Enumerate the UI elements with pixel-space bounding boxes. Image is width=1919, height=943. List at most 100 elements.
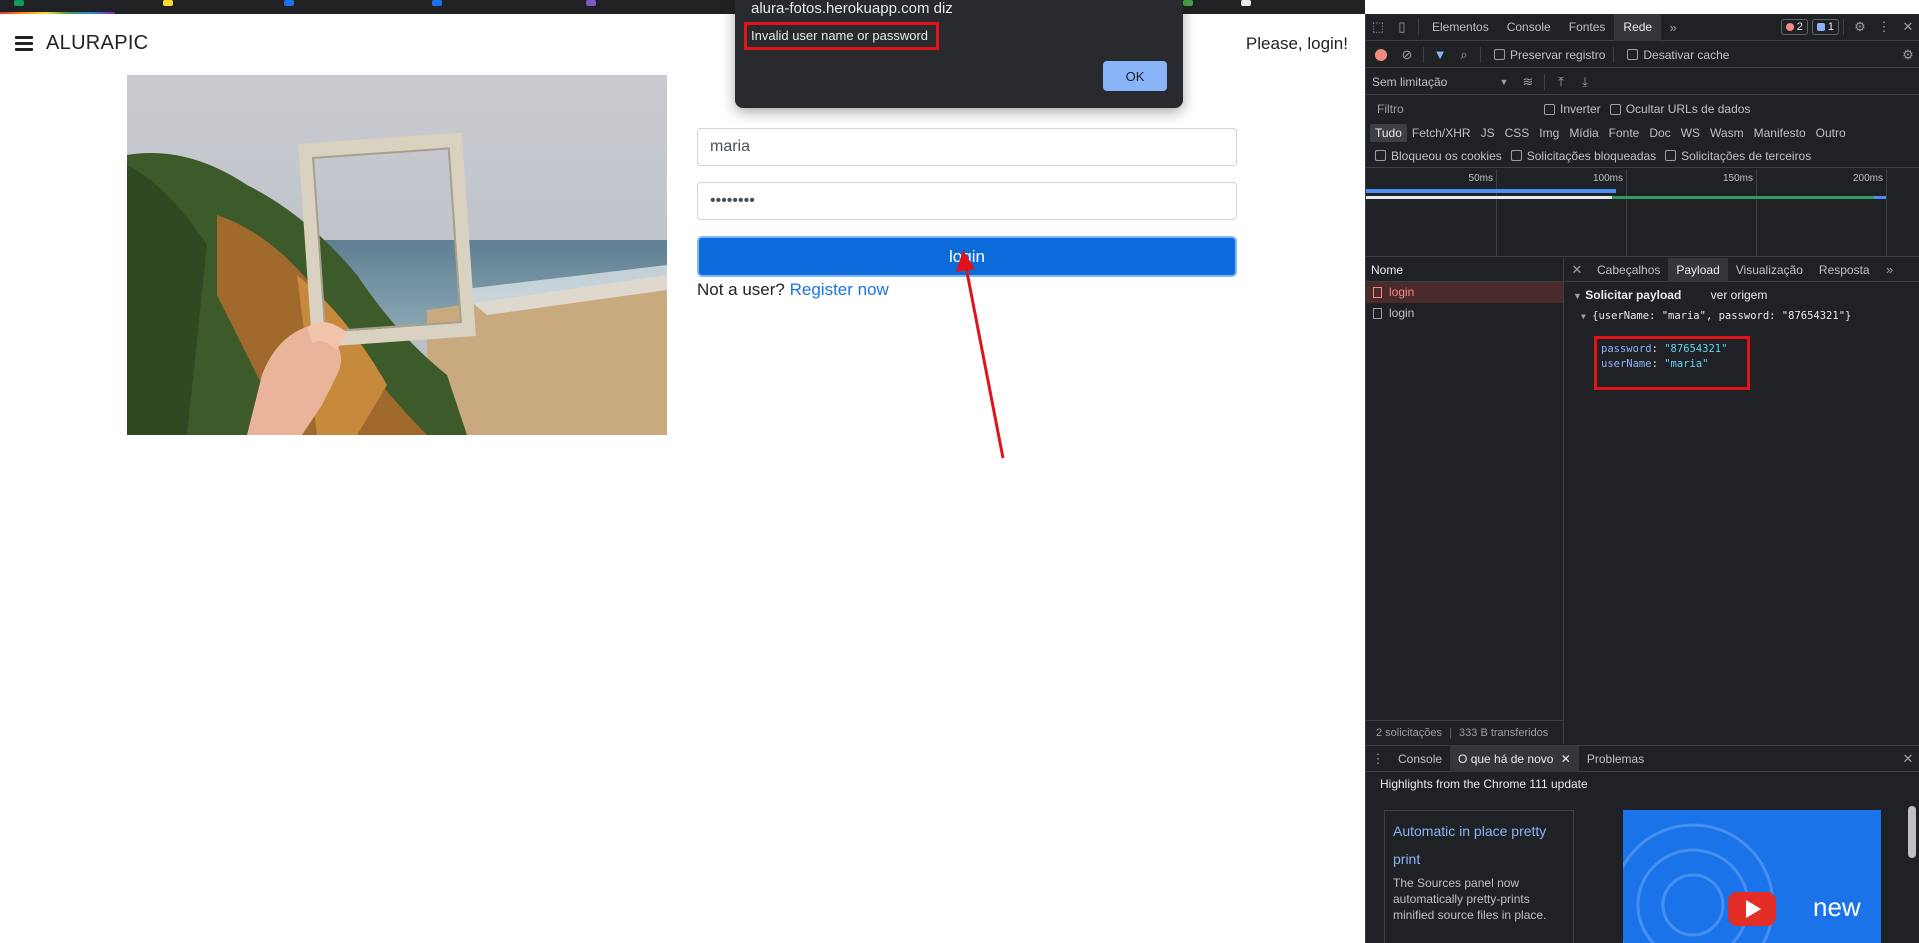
close-drawer-icon[interactable]: ✕ bbox=[1901, 751, 1915, 767]
invert-checkbox[interactable]: Inverter bbox=[1544, 102, 1601, 116]
block-filter-row: Bloqueou os cookies Solicitações bloquea… bbox=[1366, 144, 1919, 168]
view-source-link[interactable]: ver origem bbox=[1711, 288, 1768, 302]
more-options-icon[interactable]: ⋮ bbox=[1877, 19, 1891, 35]
payload-password-entry: password: "87654321" bbox=[1601, 343, 1728, 355]
whats-new-card[interactable]: Automatic in place pretty print The Sour… bbox=[1384, 810, 1574, 943]
import-har-icon[interactable]: ⤒ bbox=[1554, 74, 1568, 90]
tab-console[interactable]: Console bbox=[1498, 14, 1560, 41]
tab-response[interactable]: Resposta bbox=[1811, 258, 1878, 282]
filter-input[interactable]: Filtro bbox=[1375, 100, 1535, 118]
export-har-icon[interactable]: ⤓ bbox=[1578, 74, 1592, 90]
close-icon[interactable]: ✕ bbox=[1901, 19, 1915, 35]
detail-tabbar: ✕ Cabeçalhos Payload Visualização Respos… bbox=[1565, 257, 1919, 282]
bookmark-icon[interactable] bbox=[284, 0, 294, 6]
drawer-tab-issues[interactable]: Problemas bbox=[1579, 746, 1652, 772]
filter-icon[interactable]: ▼ bbox=[1433, 47, 1447, 62]
hero-photo bbox=[127, 75, 667, 435]
disable-cache-checkbox[interactable]: Desativar cache bbox=[1627, 48, 1729, 62]
record-icon[interactable] bbox=[1375, 48, 1387, 61]
bookmark-icon[interactable] bbox=[432, 0, 442, 6]
login-button[interactable]: login bbox=[697, 236, 1237, 277]
timeline-tick: 150ms bbox=[1723, 169, 1757, 257]
message-count-badge[interactable]: 1 bbox=[1811, 19, 1839, 35]
type-filter-js[interactable]: JS bbox=[1476, 124, 1500, 142]
type-filter-doc[interactable]: Doc bbox=[1644, 124, 1675, 142]
payload-username-entry: userName: "maria" bbox=[1601, 358, 1709, 370]
blocked-cookies-checkbox[interactable]: Bloqueou os cookies bbox=[1375, 149, 1502, 163]
timeline-tick: 50ms bbox=[1469, 169, 1497, 257]
type-filter-other[interactable]: Outro bbox=[1811, 124, 1851, 142]
register-prefix: Not a user? bbox=[697, 280, 785, 299]
request-row[interactable]: login bbox=[1366, 282, 1563, 303]
type-filter-fetch[interactable]: Fetch/XHR bbox=[1407, 124, 1476, 142]
network-timeline[interactable]: 50ms 100ms 150ms 200ms bbox=[1366, 169, 1919, 257]
alert-ok-button[interactable]: OK bbox=[1103, 61, 1167, 91]
drawer-tabbar: ⋮ Console O que há de novo ✕ Problemas ✕ bbox=[1366, 745, 1919, 772]
brand-logo[interactable]: ALURAPIC bbox=[46, 32, 148, 55]
close-detail-icon[interactable]: ✕ bbox=[1570, 262, 1584, 278]
bookmark-icon[interactable] bbox=[1241, 0, 1251, 6]
timeline-tick: 200ms bbox=[1853, 169, 1887, 257]
alert-dialog: alura-fotos.herokuapp.com diz Invalid us… bbox=[735, 0, 1183, 108]
type-filter-ws[interactable]: WS bbox=[1676, 124, 1705, 142]
tab-elementos[interactable]: Elementos bbox=[1423, 14, 1498, 41]
payload-summary[interactable]: ▼ {userName: "maria", password: "8765432… bbox=[1581, 310, 1912, 322]
chevron-down-icon[interactable]: ▼ bbox=[1497, 77, 1511, 87]
bookmark-icon[interactable] bbox=[14, 0, 24, 6]
type-filter-img[interactable]: Img bbox=[1534, 124, 1564, 142]
inspect-element-icon[interactable]: ⬚ bbox=[1371, 19, 1385, 35]
type-filter-row: Tudo Fetch/XHR JS CSS Img Mídia Fonte Do… bbox=[1366, 122, 1919, 144]
hamburger-menu-icon[interactable] bbox=[15, 36, 33, 51]
tab-headers[interactable]: Cabeçalhos bbox=[1589, 258, 1668, 282]
request-detail: ✕ Cabeçalhos Payload Visualização Respos… bbox=[1565, 257, 1919, 744]
devtools-tabbar: ⬚ ▯ Elementos Console Fontes Rede » 2 1 … bbox=[1366, 13, 1919, 41]
type-filter-font[interactable]: Fonte bbox=[1604, 124, 1645, 142]
network-settings-icon[interactable]: ⚙ bbox=[1901, 47, 1915, 63]
device-toolbar-icon[interactable]: ▯ bbox=[1395, 19, 1409, 35]
type-filter-manifest[interactable]: Manifesto bbox=[1749, 124, 1811, 142]
drawer-menu-icon[interactable]: ⋮ bbox=[1371, 751, 1385, 767]
tab-payload[interactable]: Payload bbox=[1668, 257, 1728, 282]
bookmark-icon[interactable] bbox=[1183, 0, 1193, 6]
tab-rede[interactable]: Rede bbox=[1614, 13, 1662, 41]
name-column-header[interactable]: Nome bbox=[1366, 258, 1563, 282]
password-input[interactable] bbox=[697, 182, 1237, 220]
type-filter-all[interactable]: Tudo bbox=[1370, 124, 1407, 142]
register-link[interactable]: Register now bbox=[790, 280, 889, 299]
timeline-tick: 100ms bbox=[1593, 169, 1627, 257]
request-row[interactable]: login bbox=[1366, 303, 1563, 324]
type-filter-media[interactable]: Mídia bbox=[1564, 124, 1603, 142]
more-tabs-icon[interactable]: » bbox=[1666, 20, 1680, 35]
bookmark-icon[interactable] bbox=[586, 0, 596, 6]
tab-fontes[interactable]: Fontes bbox=[1560, 14, 1615, 41]
type-filter-wasm[interactable]: Wasm bbox=[1705, 124, 1749, 142]
drawer-scrollbar[interactable] bbox=[1906, 792, 1918, 942]
hide-data-urls-checkbox[interactable]: Ocultar URLs de dados bbox=[1609, 102, 1750, 116]
tab-preview[interactable]: Visualização bbox=[1728, 258, 1811, 282]
third-party-checkbox[interactable]: Solicitações de terceiros bbox=[1665, 149, 1811, 163]
username-input[interactable] bbox=[697, 128, 1237, 166]
request-status-bar: 2 solicitações | 333 B transferidos bbox=[1366, 720, 1564, 744]
clear-icon[interactable]: ⊘ bbox=[1400, 47, 1414, 63]
preserve-log-checkbox[interactable]: Preservar registro bbox=[1494, 48, 1605, 62]
error-count-badge[interactable]: 2 bbox=[1780, 19, 1808, 35]
devtools-panel: ⬚ ▯ Elementos Console Fontes Rede » 2 1 … bbox=[1365, 13, 1919, 943]
throttling-select[interactable]: Sem limitação bbox=[1372, 75, 1492, 89]
settings-gear-icon[interactable]: ⚙ bbox=[1853, 19, 1867, 35]
card-title[interactable]: Automatic in place pretty print bbox=[1393, 817, 1565, 873]
timeline-bar bbox=[1874, 196, 1886, 199]
more-tabs-icon[interactable]: » bbox=[1883, 262, 1897, 277]
search-icon[interactable]: ⌕ bbox=[1457, 47, 1471, 63]
blocked-requests-checkbox[interactable]: Solicitações bloqueadas bbox=[1510, 149, 1656, 163]
alert-message: Invalid user name or password bbox=[744, 22, 939, 50]
payload-header[interactable]: ▼ Solicitar payload ver origem bbox=[1573, 288, 1912, 302]
video-thumbnail[interactable]: new bbox=[1623, 810, 1881, 943]
type-filter-css[interactable]: CSS bbox=[1500, 124, 1535, 142]
drawer-tab-console[interactable]: Console bbox=[1390, 746, 1450, 772]
wifi-conditions-icon[interactable]: ≋ bbox=[1521, 74, 1535, 90]
devtools-drawer: ⋮ Console O que há de novo ✕ Problemas ✕… bbox=[1366, 745, 1919, 943]
network-toolbar: ⊘ ▼ ⌕ Preservar registro Desativar cache… bbox=[1366, 42, 1919, 68]
star-bookmark-icon[interactable] bbox=[163, 0, 173, 6]
drawer-tab-whats-new[interactable]: O que há de novo ✕ bbox=[1450, 745, 1579, 772]
login-form: login Not a user? Register now bbox=[697, 128, 1237, 300]
